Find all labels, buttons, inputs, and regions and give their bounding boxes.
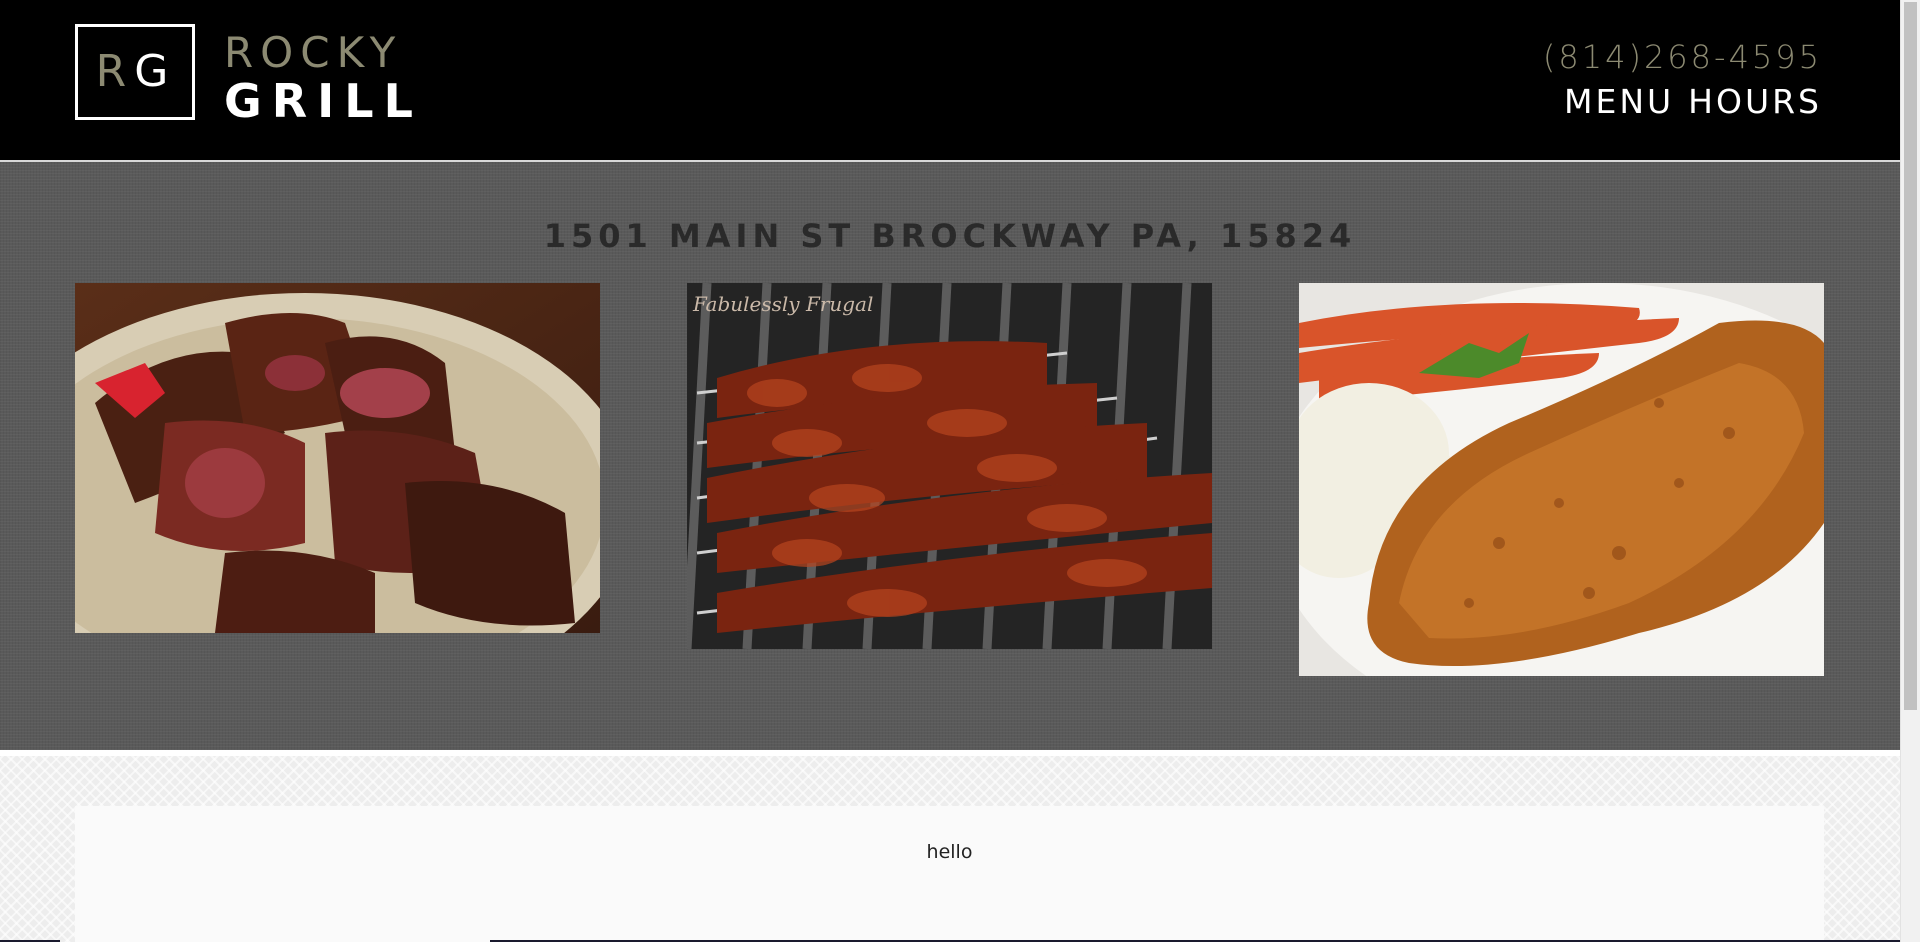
nav-menu-link[interactable]: MENU bbox=[1564, 82, 1674, 121]
address-heading: 1501 MAIN ST BROCKWAY PA, 15824 bbox=[543, 216, 1357, 255]
logo-letter-r: R bbox=[95, 46, 133, 97]
page: RG ROCKY GRILL (814)268-4595 MENU HOURS … bbox=[0, 0, 1900, 942]
page-scrollbar[interactable] bbox=[1900, 0, 1920, 942]
brand-name-top: ROCKY bbox=[224, 28, 403, 77]
brand-name-bottom: GRILL bbox=[224, 74, 423, 128]
content-text: hello bbox=[926, 841, 973, 863]
phone-number-link[interactable]: (814)268-4595 bbox=[1543, 38, 1822, 76]
main-nav: MENU HOURS bbox=[1543, 82, 1822, 121]
header-contact: (814)268-4595 MENU HOURS bbox=[1543, 38, 1822, 121]
site-header: RG ROCKY GRILL (814)268-4595 MENU HOURS bbox=[0, 0, 1900, 160]
content-section: hello bbox=[0, 756, 1900, 942]
content-card: hello bbox=[75, 806, 1824, 942]
scrollbar-thumb[interactable] bbox=[1904, 2, 1917, 710]
nav-hours-link[interactable]: HOURS bbox=[1688, 82, 1822, 121]
logo-letter-g: G bbox=[134, 46, 175, 97]
fried-fish-photo bbox=[1299, 283, 1824, 676]
steak-photo bbox=[75, 283, 600, 633]
logo-mark[interactable]: RG bbox=[75, 24, 195, 120]
hero-section: 1501 MAIN ST BROCKWAY PA, 15824 Fabuless… bbox=[0, 162, 1900, 750]
chicken-skewers-photo: Fabulessly Frugal bbox=[687, 283, 1212, 649]
photo-watermark: Fabulessly Frugal bbox=[692, 292, 873, 316]
brand-name[interactable]: ROCKY GRILL bbox=[224, 28, 423, 128]
